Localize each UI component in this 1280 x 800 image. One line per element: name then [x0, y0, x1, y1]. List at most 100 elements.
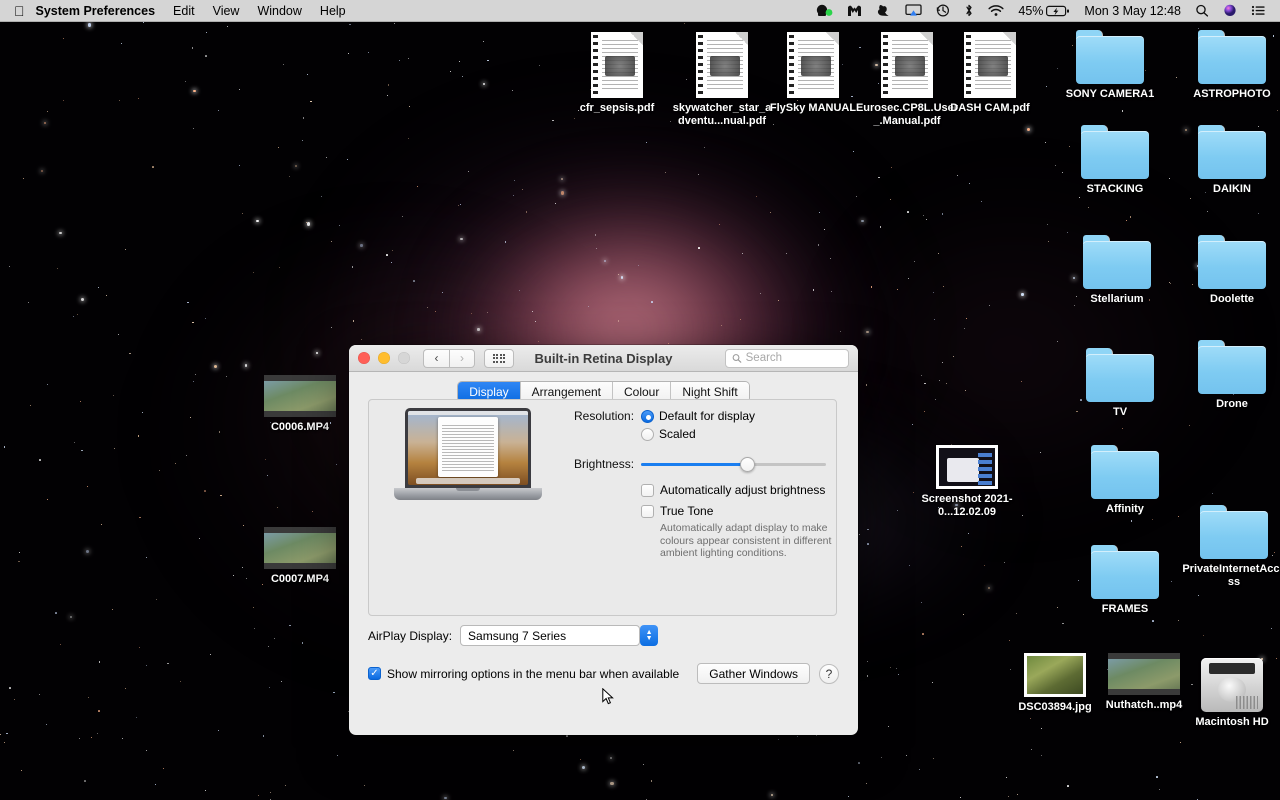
airplay-display-dropdown[interactable]: Samsung 7 Series ▲ ▼: [460, 625, 659, 646]
display-preferences-window[interactable]: ‹ › Built-in Retina Display DisplayArran…: [349, 345, 858, 735]
window-title-bar[interactable]: ‹ › Built-in Retina Display: [349, 345, 858, 372]
desktop-icon-label: SONY CAMERA1: [1065, 88, 1155, 100]
mirroring-row[interactable]: ✓ Show mirroring options in the menu bar…: [368, 663, 839, 684]
desktop-folder-daikin[interactable]: DAIKIN: [1180, 125, 1280, 196]
chevron-right-icon[interactable]: ›: [449, 348, 475, 368]
chevron-left-icon[interactable]: ‹: [423, 348, 449, 368]
battery-status[interactable]: 45%: [1011, 0, 1077, 22]
desktop-file-screenshot-2021-0-12-02-09[interactable]: Screenshot 2021-0...12.02.09: [915, 445, 1019, 518]
desktop-folder-astrophoto[interactable]: ASTROPHOTO: [1180, 30, 1280, 101]
desktop-icon-label: STACKING: [1086, 183, 1144, 195]
kangaroo-icon[interactable]: [869, 4, 898, 17]
radio-scaled-label: Scaled: [659, 427, 696, 441]
pdf-document-icon: [696, 32, 748, 98]
siri-icon[interactable]: [1216, 4, 1244, 17]
mirroring-label: Show mirroring options in the menu bar w…: [387, 666, 680, 681]
airplay-icon[interactable]: [898, 4, 929, 17]
checkbox-true-tone[interactable]: True Tone: [641, 503, 829, 519]
menu-item-system-preferences[interactable]: System Preferences: [36, 0, 165, 22]
brightness-slider[interactable]: [641, 456, 826, 472]
airplay-row[interactable]: AirPlay Display: Samsung 7 Series ▲ ▼: [368, 625, 839, 646]
radio-default-label: Default for display: [659, 409, 756, 423]
desktop-file-c0007-mp4[interactable]: C0007.MP4: [248, 527, 352, 586]
folder-icon: [1200, 505, 1268, 559]
show-all-grid-icon[interactable]: [484, 348, 514, 368]
checkbox-auto-brightness[interactable]: Automatically adjust brightness: [641, 482, 829, 498]
window-bottom-area[interactable]: AirPlay Display: Samsung 7 Series ▲ ▼ ✓ S…: [349, 625, 858, 684]
desktop-folder-privateinternetaccess[interactable]: PrivateInternetAccess: [1182, 505, 1280, 588]
airplay-selected-value: Samsung 7 Series: [468, 628, 567, 643]
video-thumbnail-icon: [1108, 653, 1180, 695]
folder-icon: [1091, 445, 1159, 499]
brightness-row[interactable]: Brightness:: [574, 456, 829, 472]
menu-bar-status-area[interactable]: 45% Mon 3 May 12:48: [809, 0, 1280, 22]
desktop-icon-label: TV: [1112, 406, 1128, 418]
chevron-updown-icon[interactable]: ▲ ▼: [640, 625, 659, 646]
desktop-file-macintosh-hd[interactable]: Macintosh HD: [1180, 658, 1280, 729]
desktop-folder-sony-camera1[interactable]: SONY CAMERA1: [1058, 30, 1162, 101]
resolution-label: Resolution:: [574, 409, 635, 423]
malwarebytes-icon[interactable]: [840, 4, 869, 17]
desktop-icon-label: DASH CAM.pdf: [950, 102, 1030, 114]
control-center-icon[interactable]: [1244, 4, 1273, 17]
desktop-icon-label: Nuthatch..mp4: [1105, 699, 1183, 711]
menu-item-help[interactable]: Help: [311, 0, 355, 22]
auto-brightness-label: Automatically adjust brightness: [660, 483, 826, 497]
pdf-document-icon: [591, 32, 643, 98]
desktop-icon-label: DAIKIN: [1213, 183, 1251, 195]
search-icon[interactable]: [1188, 4, 1216, 17]
close-button[interactable]: [358, 352, 370, 364]
photo-thumbnail-icon: [1024, 653, 1086, 697]
desktop-folder-stacking[interactable]: STACKING: [1063, 125, 1167, 196]
display-controls[interactable]: Resolution: Default for display Scaled B…: [574, 408, 831, 560]
wifi-icon[interactable]: [981, 4, 1011, 17]
checkbox-on-icon: ✓: [368, 667, 381, 680]
desktop-folder-frames[interactable]: FRAMES: [1073, 545, 1177, 616]
desktop-file-cfr-sepsis-pdf[interactable]: cfr_sepsis.pdf: [565, 32, 669, 115]
true-tone-label: True Tone: [660, 504, 714, 518]
desktop-icon-label: Doolette: [1210, 293, 1254, 305]
radio-scaled[interactable]: Scaled: [641, 426, 755, 442]
help-button[interactable]: ?: [819, 663, 839, 684]
gather-windows-button[interactable]: Gather Windows: [697, 663, 810, 684]
menu-item-view[interactable]: View: [204, 0, 249, 22]
desktop-icon-label: cfr_sepsis.pdf: [579, 102, 655, 114]
desktop-icon-label: C0006.MP4: [270, 421, 330, 433]
search-field[interactable]: [725, 348, 849, 368]
menu-item-window[interactable]: Window: [248, 0, 310, 22]
desktop-icon-label: Drone: [1216, 398, 1248, 410]
bluetooth-icon[interactable]: [957, 4, 981, 17]
slider-knob[interactable]: [739, 456, 755, 472]
macbook-illustration: [394, 408, 542, 508]
desktop-folder-drone[interactable]: Drone: [1180, 340, 1280, 411]
desktop-file-flysky-manual[interactable]: FlySky MANUAL: [761, 32, 865, 115]
desktop-file-c0006-mp4[interactable]: C0006.MP4: [248, 375, 352, 434]
slider-fill: [641, 462, 748, 466]
folder-icon: [1198, 340, 1266, 394]
clock-datetime[interactable]: Mon 3 May 12:48: [1077, 0, 1188, 22]
resolution-row[interactable]: Resolution: Default for display Scaled: [574, 408, 829, 444]
desktop-folder-stellarium[interactable]: Stellarium: [1065, 235, 1169, 306]
menu-bar[interactable]:  System Preferences Edit View Window He…: [0, 0, 1280, 22]
pdf-document-icon: [881, 32, 933, 98]
folder-icon: [1198, 125, 1266, 179]
desktop-file-dash-cam-pdf[interactable]: DASH CAM.pdf: [938, 32, 1042, 115]
desktop-folder-tv[interactable]: TV: [1068, 348, 1172, 419]
minimize-button[interactable]: [378, 352, 390, 364]
recording-indicator-icon[interactable]: [809, 4, 840, 17]
mouse-cursor: [602, 688, 614, 705]
macbook-screen: [405, 408, 531, 488]
menu-item-edit[interactable]: Edit: [164, 0, 204, 22]
search-icon: [732, 353, 742, 363]
desktop-file-skywatcher-star-adventu-nual-pdf[interactable]: skywatcher_star_adventu...nual.pdf: [670, 32, 774, 127]
desktop-folder-affinity[interactable]: Affinity: [1073, 445, 1177, 516]
navigation-buttons[interactable]: ‹ ›: [423, 348, 475, 368]
search-input[interactable]: [745, 352, 842, 364]
desktop-icon-label: Stellarium: [1090, 293, 1144, 305]
desktop-folder-doolette[interactable]: Doolette: [1180, 235, 1280, 306]
time-machine-icon[interactable]: [929, 4, 957, 17]
checkbox-show-mirroring[interactable]: ✓ Show mirroring options in the menu bar…: [368, 666, 679, 682]
window-controls[interactable]: [358, 352, 410, 364]
apple-logo-icon[interactable]: : [0, 4, 36, 18]
radio-default-for-display[interactable]: Default for display: [641, 408, 755, 424]
